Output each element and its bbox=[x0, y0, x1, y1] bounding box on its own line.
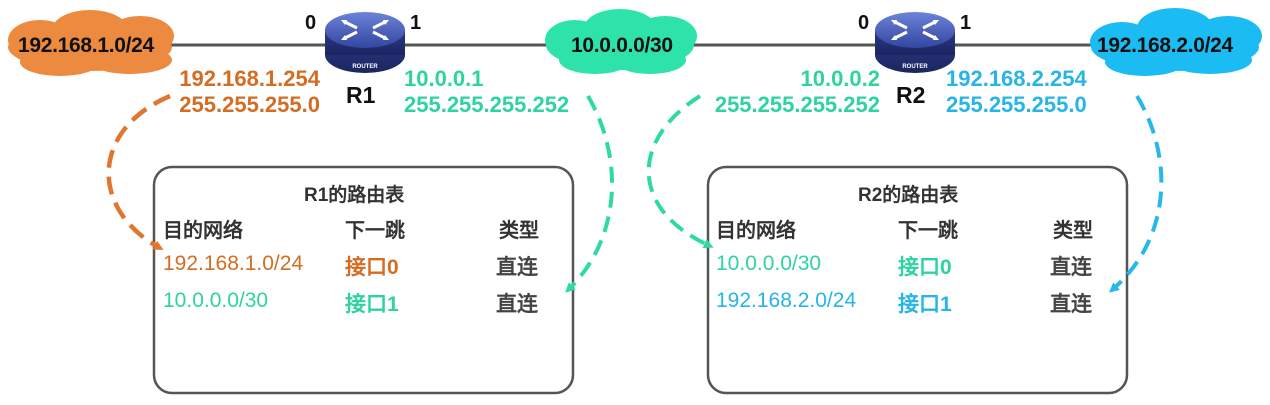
r2-if1-address: 192.168.2.254 255.255.255.0 bbox=[946, 66, 1087, 118]
r2-row1-next-hop: 接口0 bbox=[898, 256, 952, 279]
cloud-lan2-label: 192.168.2.0/24 bbox=[1097, 34, 1233, 57]
r1-if1-address: 10.0.0.1 255.255.255.252 bbox=[404, 66, 569, 118]
router-r2-icon-text: ROUTER bbox=[902, 64, 928, 70]
cloud-lan1-label: 192.168.1.0/24 bbox=[18, 34, 154, 57]
r2-row1-network: 10.0.0.0/30 bbox=[716, 252, 822, 275]
arrow-r2-interface0 bbox=[646, 94, 714, 249]
r2-col-type: 类型 bbox=[1053, 220, 1093, 242]
r1-row1-type: 直连 bbox=[496, 256, 538, 279]
r1-row2-next-hop: 接口1 bbox=[345, 293, 399, 316]
r1-row1-next-hop: 接口0 bbox=[345, 256, 399, 279]
router-icon[interactable]: ROUTER bbox=[325, 12, 405, 73]
r2-if1-ip: 192.168.2.254 bbox=[946, 66, 1087, 91]
r2-port-1: 1 bbox=[960, 12, 972, 34]
r2-port-0: 0 bbox=[858, 12, 870, 34]
r2-col-network: 目的网络 bbox=[716, 220, 796, 242]
r1-row1-network: 192.168.1.0/24 bbox=[163, 252, 304, 275]
network-diagram: ROUTER ROUTER bbox=[8, 8, 1262, 395]
r2-if0-address: 10.0.0.2 255.255.255.252 bbox=[715, 66, 880, 118]
router-icon[interactable]: ROUTER bbox=[875, 12, 955, 73]
r1-if0-ip: 192.168.1.254 bbox=[179, 66, 320, 91]
r1-row2-network: 10.0.0.0/30 bbox=[163, 289, 269, 312]
router-r1-name: R1 bbox=[346, 82, 376, 108]
r1-if0-address: 192.168.1.254 255.255.255.0 bbox=[179, 66, 320, 118]
r1-col-network: 目的网络 bbox=[163, 220, 243, 242]
r2-if1-mask: 255.255.255.0 bbox=[946, 92, 1087, 117]
arrow-r1-interface1 bbox=[565, 95, 615, 293]
r1-port-1: 1 bbox=[410, 12, 422, 34]
r2-if0-ip: 10.0.0.2 bbox=[800, 66, 880, 91]
router-r2-name: R2 bbox=[896, 82, 926, 108]
cloud-wan-label: 10.0.0.0/30 bbox=[571, 34, 673, 57]
r2-row2-network: 192.168.2.0/24 bbox=[716, 289, 857, 312]
r2-table-title: R2的路由表 bbox=[858, 185, 959, 206]
r1-col-next-hop: 下一跳 bbox=[345, 220, 405, 242]
r2-row2-next-hop: 接口1 bbox=[898, 293, 952, 316]
r1-if1-ip: 10.0.0.1 bbox=[404, 66, 484, 91]
r1-if1-mask: 255.255.255.252 bbox=[404, 92, 570, 117]
r1-port-0: 0 bbox=[305, 12, 317, 34]
router-r1-icon-text: ROUTER bbox=[352, 64, 378, 70]
r2-col-next-hop: 下一跳 bbox=[898, 220, 958, 242]
r1-col-type: 类型 bbox=[499, 220, 539, 242]
r1-if0-mask: 255.255.255.0 bbox=[179, 92, 320, 117]
r2-if0-mask: 255.255.255.252 bbox=[714, 92, 880, 117]
r1-table-title: R1的路由表 bbox=[304, 185, 405, 206]
r2-row1-type: 直连 bbox=[1050, 256, 1092, 279]
r2-row2-type: 直连 bbox=[1050, 293, 1092, 316]
r1-row2-type: 直连 bbox=[496, 293, 538, 316]
